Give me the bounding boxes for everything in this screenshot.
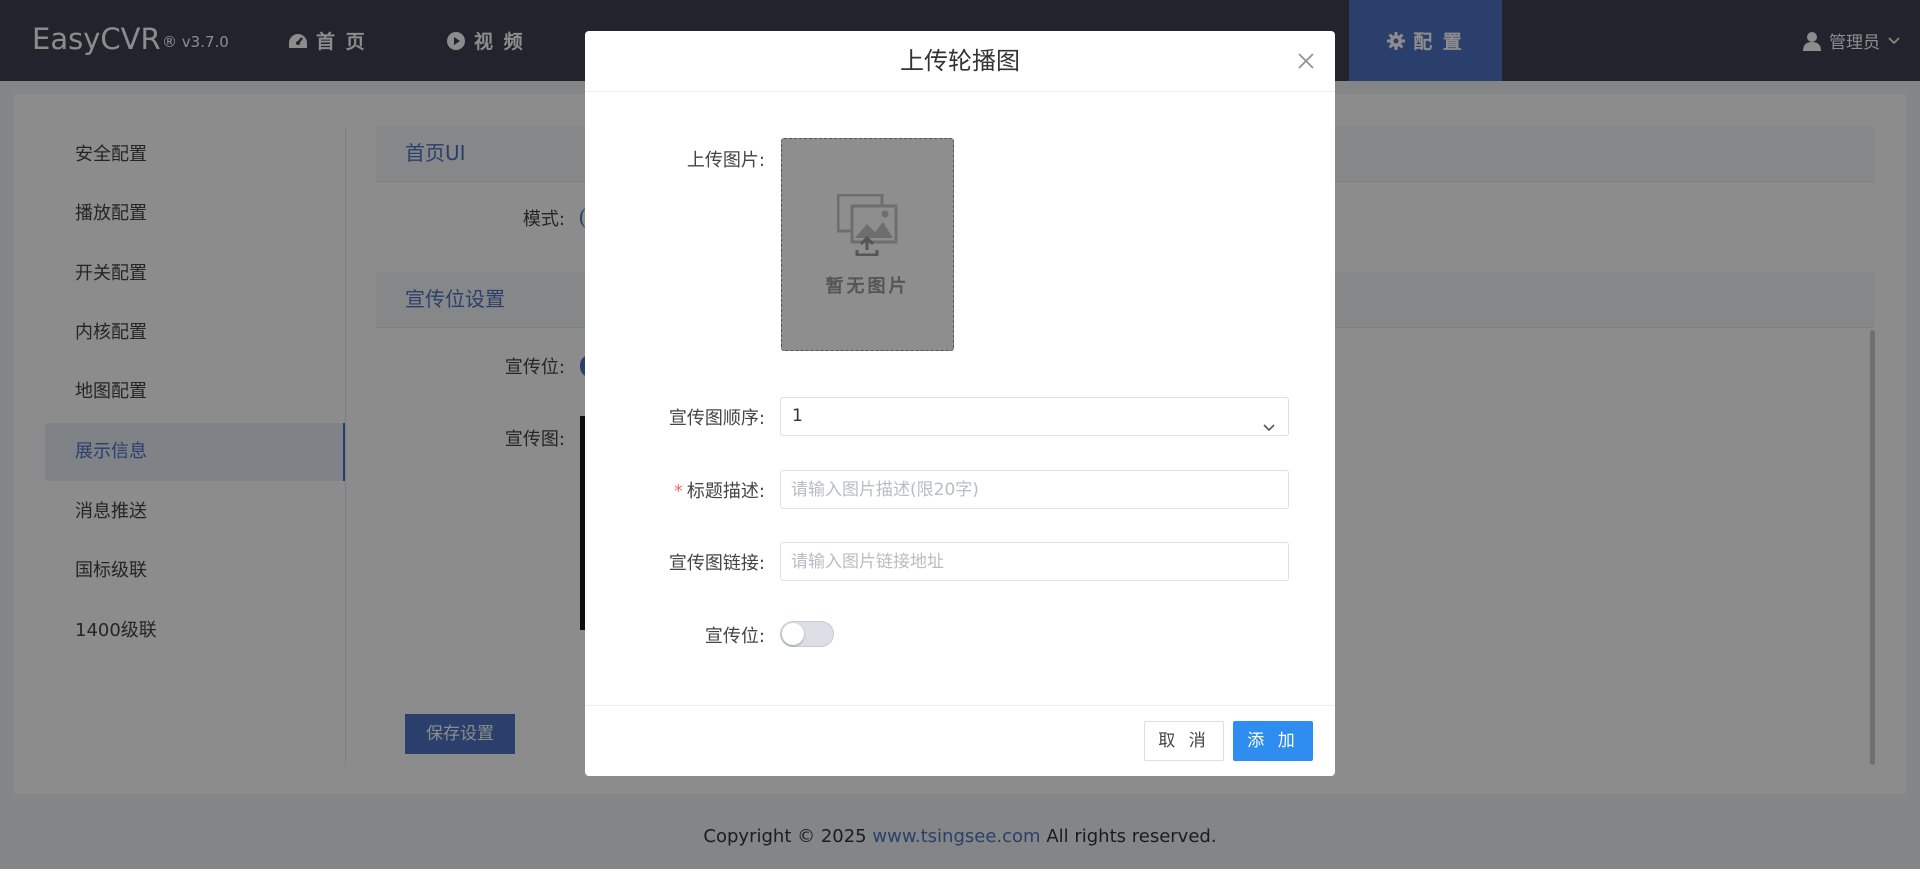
- close-icon[interactable]: [1297, 52, 1315, 70]
- upload-image-label: 上传图片:: [686, 150, 765, 171]
- required-mark: *: [673, 481, 683, 502]
- toggle-knob: [782, 623, 804, 645]
- dialog-title: 上传轮播图: [585, 31, 1335, 92]
- dialog-footer: 取 消 添 加: [585, 705, 1335, 777]
- image-link-input[interactable]: [780, 542, 1289, 581]
- title-desc-input[interactable]: [780, 470, 1289, 509]
- title-desc-label-text: 标题描述:: [686, 481, 765, 502]
- upload-carousel-dialog: 上传轮播图 上传图片: 暂无图片 宣传图顺序: 1 *标题描述: 宣传图链接: …: [585, 31, 1335, 776]
- no-image-text: 暂无图片: [825, 276, 910, 297]
- cancel-button[interactable]: 取 消: [1144, 721, 1224, 761]
- order-select[interactable]: 1: [780, 397, 1289, 436]
- link-label: 宣传图链接:: [668, 553, 765, 574]
- ad-toggle-switch[interactable]: [780, 621, 834, 647]
- title-desc-label: * 标题描述:: [615, 477, 765, 503]
- order-label: 宣传图顺序:: [668, 408, 765, 429]
- image-upload-icon: [836, 193, 899, 260]
- image-upload-area[interactable]: 暂无图片: [781, 138, 954, 351]
- ad-toggle-label: 宣传位:: [704, 626, 765, 647]
- order-value: 1: [792, 406, 803, 426]
- chevron-down-icon: [1262, 410, 1276, 447]
- add-button[interactable]: 添 加: [1233, 721, 1313, 761]
